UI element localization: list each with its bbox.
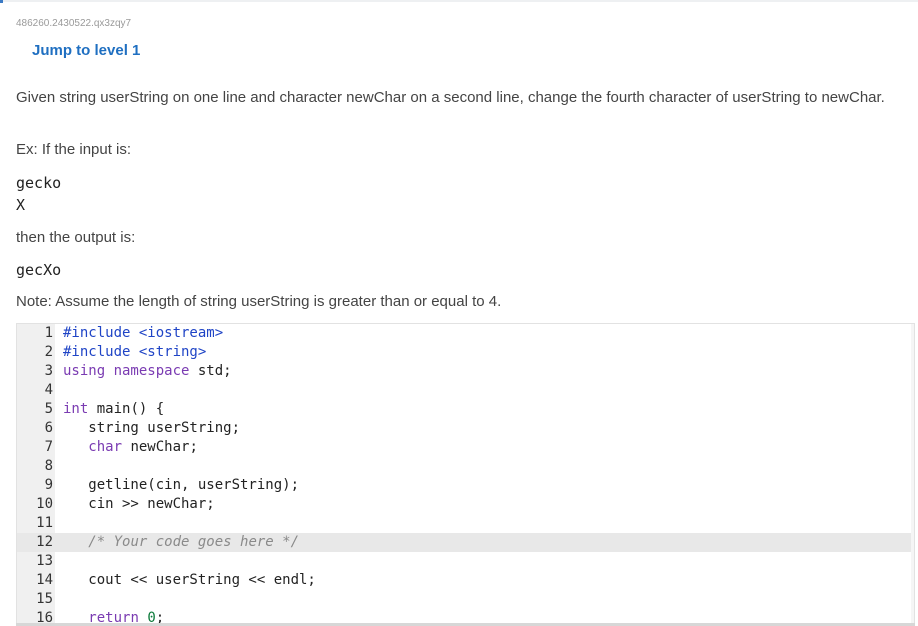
code-line[interactable]: 5 int main() { bbox=[17, 400, 914, 419]
code-line[interactable]: 10 cin >> newChar; bbox=[17, 495, 914, 514]
code-text[interactable]: #include <iostream> bbox=[63, 324, 223, 343]
code-editor[interactable]: 1 #include <iostream> 2 #include <string> 3 u… bbox=[16, 323, 915, 626]
line-number: 15 bbox=[36, 591, 53, 607]
code-line[interactable]: 9 getline(cin, userString); bbox=[17, 476, 914, 495]
code-line[interactable]: 7 char newChar; bbox=[17, 438, 914, 457]
example-input-line-2: X bbox=[16, 196, 26, 214]
code-line[interactable]: 15 bbox=[17, 590, 914, 609]
code-token: #include <iostream> bbox=[63, 325, 224, 341]
line-number: 1 bbox=[44, 325, 53, 341]
code-text[interactable]: cout << userString << endl; bbox=[63, 571, 316, 590]
code-token: newChar; bbox=[122, 439, 198, 455]
line-number: 14 bbox=[36, 572, 53, 588]
problem-prompt: Given string userString on one line and … bbox=[16, 89, 885, 106]
code-token: main() { bbox=[88, 401, 165, 417]
line-number: 12 bbox=[36, 534, 53, 550]
example-input-line-1: gecko bbox=[16, 174, 62, 192]
code-text[interactable]: int main() { bbox=[63, 400, 164, 419]
code-line[interactable]: 2 #include <string> bbox=[17, 343, 914, 362]
code-line[interactable]: 3 using namespace std; bbox=[17, 362, 914, 381]
top-accent-bar bbox=[0, 0, 918, 3]
code-token: cout << userString << endl; bbox=[63, 572, 316, 588]
example-output-line: gecXo bbox=[16, 261, 62, 279]
example-intro: Ex: If the input is: bbox=[16, 141, 132, 158]
code-text[interactable]: using namespace std; bbox=[63, 362, 232, 381]
code-text[interactable]: /* Your code goes here */ bbox=[63, 533, 299, 552]
code-text[interactable]: char newChar; bbox=[63, 438, 198, 457]
code-token: /* Your code goes here */ bbox=[88, 534, 300, 550]
code-line[interactable]: 8 bbox=[17, 457, 914, 476]
line-number: 10 bbox=[36, 496, 53, 512]
code-token: char bbox=[88, 439, 123, 455]
problem-id: 486260.2430522.qx3zqy7 bbox=[16, 18, 132, 29]
code-line[interactable]: 1 #include <iostream> bbox=[17, 324, 914, 343]
code-line[interactable]: 6 string userString; bbox=[17, 419, 914, 438]
code-line[interactable]: 13 bbox=[17, 552, 914, 571]
code-line[interactable]: 4 bbox=[17, 381, 914, 400]
code-token: string userString; bbox=[63, 420, 241, 436]
code-text[interactable]: string userString; bbox=[63, 419, 240, 438]
code-token: getline(cin, userString); bbox=[63, 477, 300, 493]
code-token: cin >> newChar; bbox=[63, 496, 215, 512]
code-text[interactable]: cin >> newChar; bbox=[63, 495, 215, 514]
editor-scroll-rail[interactable] bbox=[911, 324, 914, 625]
code-token: std; bbox=[189, 363, 232, 379]
line-number: 8 bbox=[44, 458, 53, 474]
line-number: 7 bbox=[44, 439, 53, 455]
code-text[interactable]: #include <string> bbox=[63, 343, 206, 362]
output-intro: then the output is: bbox=[16, 229, 136, 246]
code-token: int bbox=[63, 401, 89, 417]
line-number: 11 bbox=[36, 515, 53, 531]
line-number: 6 bbox=[44, 420, 53, 436]
jump-to-level-link[interactable]: Jump to level 1 bbox=[32, 42, 140, 59]
code-token: using namespace bbox=[63, 363, 190, 379]
line-number: 2 bbox=[44, 344, 53, 360]
line-number: 4 bbox=[44, 382, 53, 398]
line-number: 5 bbox=[44, 401, 53, 417]
line-number: 13 bbox=[36, 553, 53, 569]
line-number: 3 bbox=[44, 363, 53, 379]
code-line[interactable]: 12 /* Your code goes here */ bbox=[17, 533, 914, 552]
line-number: 9 bbox=[44, 477, 53, 493]
code-text[interactable]: getline(cin, userString); bbox=[63, 476, 299, 495]
code-token: #include <string> bbox=[63, 344, 207, 360]
code-line[interactable]: 14 cout << userString << endl; bbox=[17, 571, 914, 590]
problem-note: Note: Assume the length of string userSt… bbox=[16, 293, 502, 310]
code-line[interactable]: 11 bbox=[17, 514, 914, 533]
